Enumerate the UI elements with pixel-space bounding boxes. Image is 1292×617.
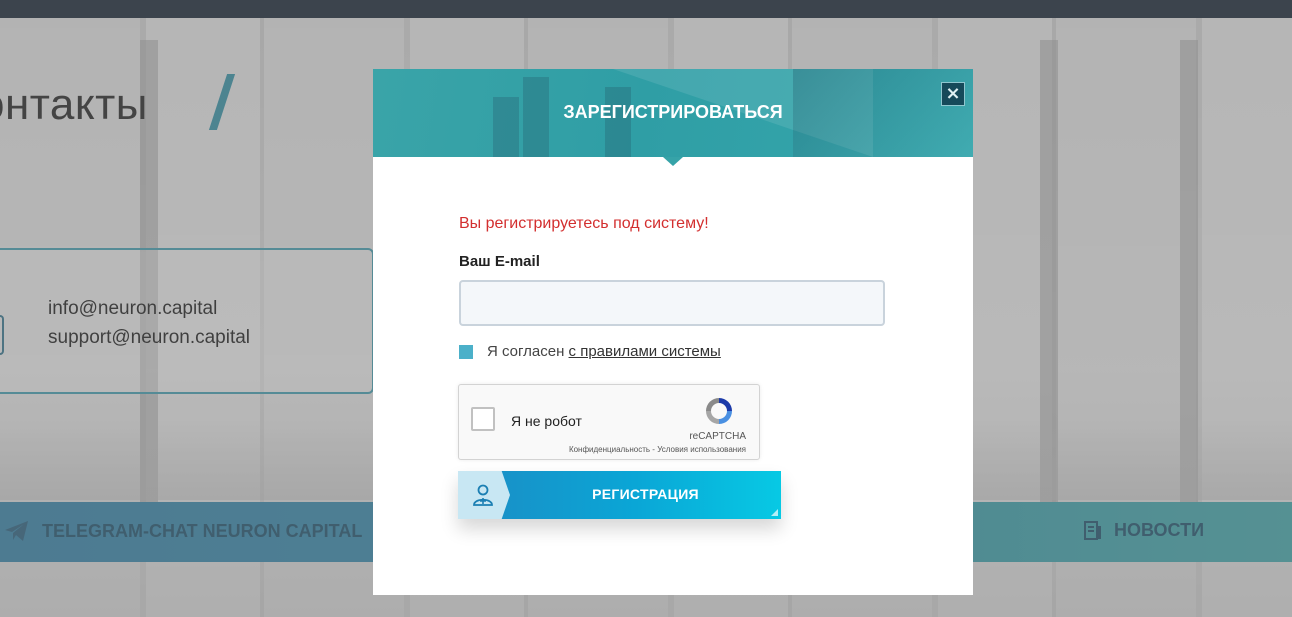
button-corner-decoration [771,509,778,516]
recaptcha-widget: Я не робот reCAPTCHA Конфиденциальность … [458,384,760,460]
email-input[interactable] [459,280,885,326]
register-button[interactable]: РЕГИСТРАЦИЯ [458,471,781,519]
registration-notice: Вы регистрируетесь под систему! [459,215,709,232]
registration-modal: ЗАРЕГИСТРИРОВАТЬСЯ × Вы регистрируетесь … [373,69,973,595]
terms-agree-text: Я согласен [487,343,565,360]
user-icon [473,484,493,506]
recaptcha-checkbox[interactable] [471,407,495,431]
email-label: Ваш E-mail [459,253,540,270]
register-button-label: РЕГИСТРАЦИЯ [592,486,699,502]
terms-checkbox[interactable] [459,344,473,359]
recaptcha-label: Я не робот [511,413,582,429]
recaptcha-links[interactable]: Конфиденциальность - Условия использован… [569,445,746,454]
modal-title: ЗАРЕГИСТРИРОВАТЬСЯ [563,102,783,122]
header-notch [663,157,683,166]
modal-header: ЗАРЕГИСТРИРОВАТЬСЯ × [373,69,973,157]
register-icon-zone [458,471,510,519]
recaptcha-logo-icon [706,398,732,424]
recaptcha-brand: reCAPTCHA [689,431,746,442]
close-button[interactable]: × [941,82,965,106]
terms-agreement-row: Я согласен с правилами системы [459,343,721,360]
terms-rules-link[interactable]: с правилами системы [569,343,721,360]
